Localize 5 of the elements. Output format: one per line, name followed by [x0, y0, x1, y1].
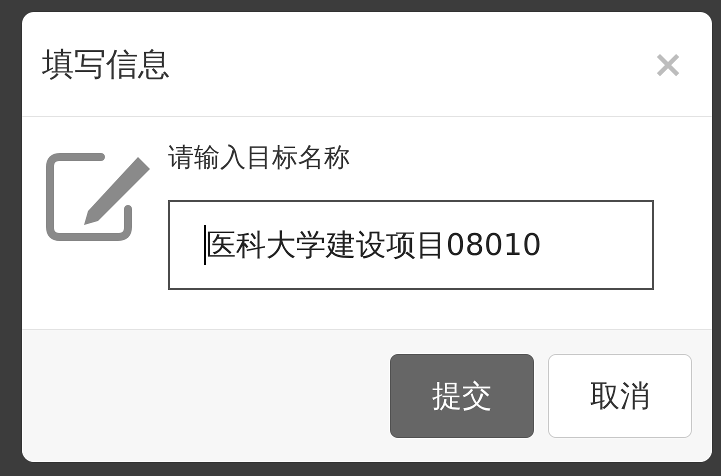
dialog-title: 填写信息	[42, 44, 170, 85]
prompt-label: 请输入目标名称	[168, 142, 351, 175]
name-input[interactable]: 医科大学建设项目08010	[168, 200, 654, 290]
cancel-button[interactable]: 取消	[548, 354, 692, 438]
submit-button[interactable]: 提交	[390, 354, 534, 438]
